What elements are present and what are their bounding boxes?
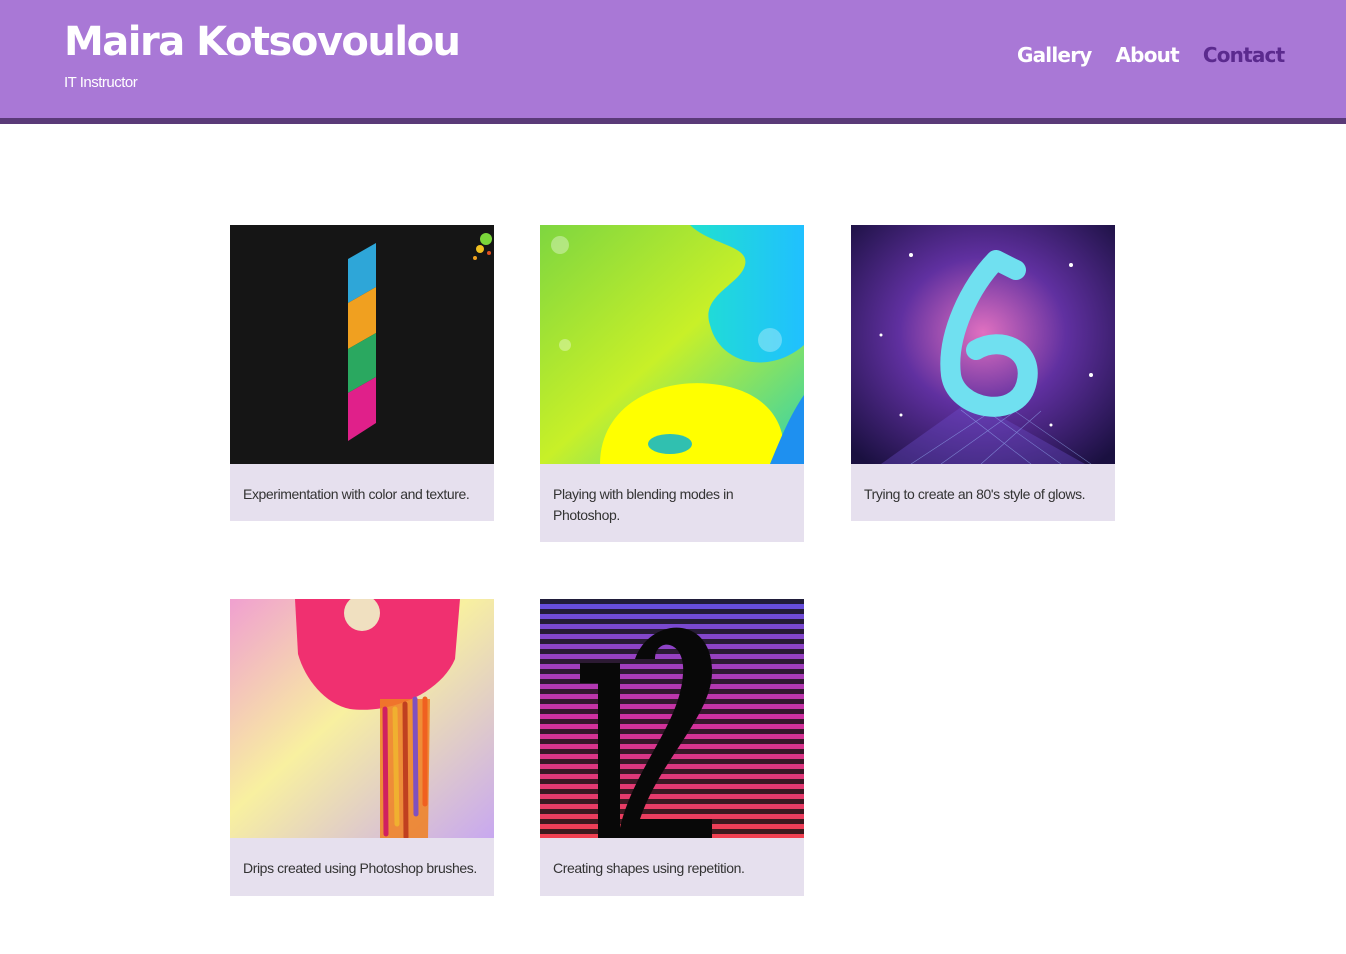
nav-link-gallery[interactable]: Gallery (1017, 42, 1092, 68)
site-title[interactable]: Maira Kotsovoulou (64, 18, 461, 66)
gallery-image-number-6[interactable] (851, 225, 1115, 464)
card-caption: Drips created using Photoshop brushes. (243, 860, 477, 876)
card-caption: Creating shapes using repetition. (553, 860, 745, 876)
nav-link-about[interactable]: About (1116, 42, 1180, 68)
gallery-card[interactable]: Playing with blending modes in Photoshop… (540, 225, 804, 542)
gallery-image-number-1[interactable] (230, 225, 494, 464)
card-caption: Trying to create an 80's style of glows. (864, 486, 1086, 502)
gallery-image-number-8[interactable] (540, 225, 804, 464)
site-header: Maira Kotsovoulou IT Instructor Gallery … (0, 0, 1346, 124)
gallery-card[interactable]: Experimentation with color and texture. (230, 225, 494, 521)
card-caption: Experimentation with color and texture. (243, 486, 470, 502)
gallery-image-number-12[interactable] (540, 599, 804, 838)
gallery-image-number-9[interactable] (230, 599, 494, 838)
main-nav: Gallery About Contact (1017, 42, 1285, 68)
gallery-card[interactable]: Trying to create an 80's style of glows. (851, 225, 1115, 521)
card-caption: Playing with blending modes in Photoshop… (553, 486, 734, 523)
site-subtitle: IT Instructor (64, 74, 138, 91)
nav-link-contact[interactable]: Contact (1203, 42, 1285, 68)
gallery-card[interactable]: Drips created using Photoshop brushes. (230, 599, 494, 896)
gallery-card[interactable]: Creating shapes using repetition. (540, 599, 804, 896)
